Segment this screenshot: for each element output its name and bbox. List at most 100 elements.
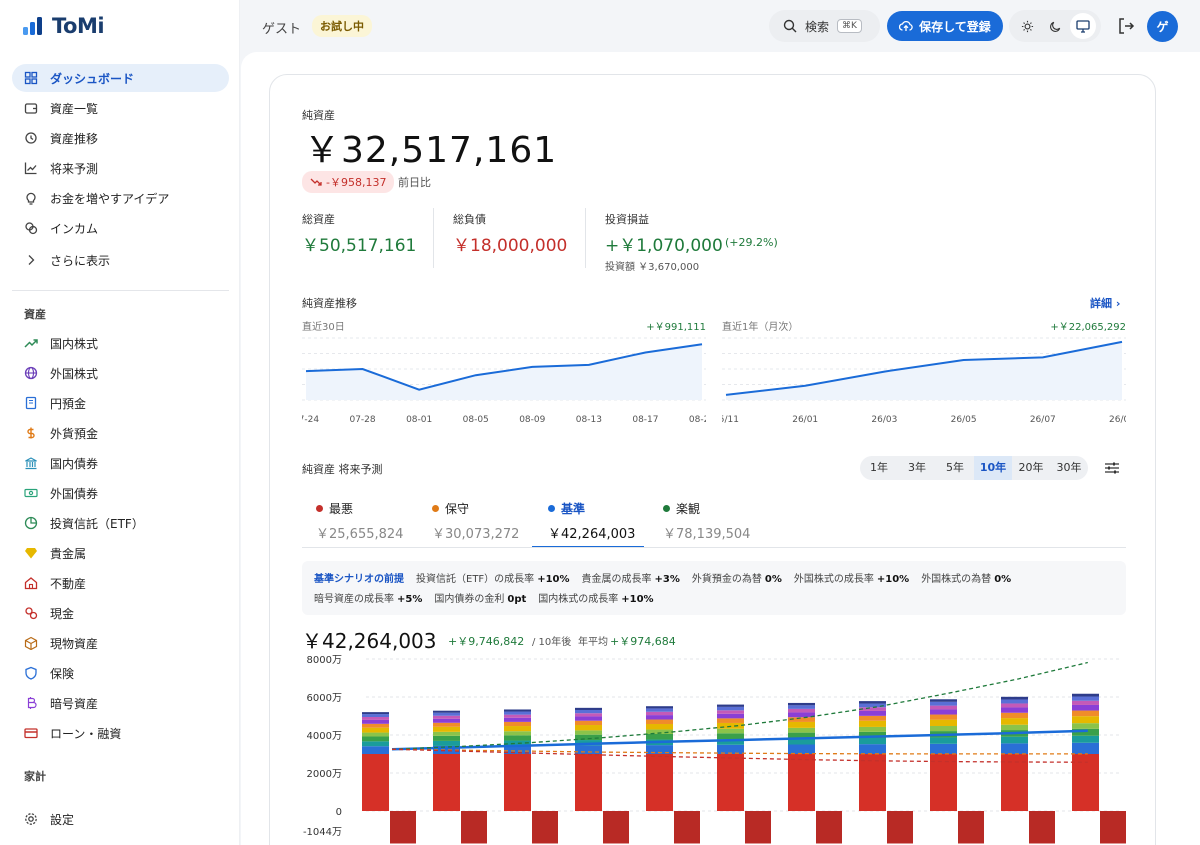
asset-bar-segment [1072, 704, 1099, 711]
wallet-icon [24, 101, 38, 115]
sidebar-asset-4[interactable]: 国内債券 [12, 449, 229, 477]
sidebar-item-label: さらに表示 [50, 253, 111, 268]
save-register-button[interactable]: 保存して登録 [887, 11, 1003, 41]
theme-dark-button[interactable] [1042, 13, 1068, 39]
scenario-tab-3[interactable]: 楽観 ￥78,139,504 [663, 500, 783, 542]
liability-bar [816, 811, 842, 844]
trend-down-icon [310, 178, 322, 186]
sidebar-asset-0[interactable]: 国内株式 [12, 329, 229, 357]
liability-bar [461, 811, 487, 844]
x-tick-label: 26/05 [951, 415, 977, 425]
sidebar-item-3[interactable]: 将来予測 [12, 154, 229, 182]
search-button[interactable]: 検索 ⌘K [769, 10, 880, 42]
section-household-label: 家計 [24, 770, 46, 783]
sidebar-asset-10[interactable]: 現物資産 [12, 629, 229, 657]
daily-change-suffix: 前日比 [398, 176, 431, 189]
x-tick-label: 25/11 [722, 415, 739, 425]
trend-chart-icon [24, 161, 38, 175]
scenario-head: 最悪 [316, 500, 436, 517]
y-tick-label: 0 [336, 807, 342, 818]
asset-bar-segment [1072, 723, 1099, 729]
avatar[interactable]: ゲ [1147, 11, 1178, 42]
sidebar-asset-11[interactable]: 保険 [12, 659, 229, 687]
sidebar-asset-9[interactable]: 現金 [12, 599, 229, 627]
asset-bar-segment [930, 701, 957, 706]
sidebar-asset-6[interactable]: 投資信託（ETF） [12, 509, 229, 537]
sidebar-item-1[interactable]: 資産一覧 [12, 94, 229, 122]
asset-bar-segment [433, 754, 460, 811]
sidebar-asset-12[interactable]: 暗号資産 [12, 689, 229, 717]
sidebar-asset-8[interactable]: 不動産 [12, 569, 229, 597]
scenario-tab-0[interactable]: 最悪 ￥25,655,824 [316, 500, 436, 542]
sidebar-item-6[interactable]: さらに表示 [12, 246, 229, 274]
logout-icon[interactable] [1116, 16, 1136, 36]
asset-bar-segment [504, 754, 531, 811]
sidebar-item-label: 将来予測 [50, 161, 99, 176]
theme-system-button[interactable] [1070, 13, 1096, 39]
scenario-name: 楽観 [676, 502, 701, 516]
forecast-title: 純資産 将来予測 [302, 463, 383, 476]
invest-amount: 投資額 ￥3,670,000 [605, 262, 700, 273]
scenario-tab-1[interactable]: 保守 ￥30,073,272 [432, 500, 552, 542]
assumption-item: 外貨預金の為替 0% [692, 574, 782, 585]
trend-30day-chart: 07-24 07-28 08-01 08-05 08-09 08-13 08-17 08-22 [302, 337, 706, 425]
asset-bar-segment [504, 726, 531, 732]
range-tab-3[interactable]: 10年 [974, 456, 1012, 480]
sidebar-asset-label: 国内株式 [50, 336, 99, 351]
sidebar-item-settings[interactable]: 設定 [12, 805, 229, 833]
sidebar-asset-3[interactable]: 外貨預金 [12, 419, 229, 447]
invest-pl-label: 投資損益 [605, 213, 649, 226]
asset-bar-segment [646, 706, 673, 709]
sidebar-item-4[interactable]: お金を増やすアイデア [12, 184, 229, 212]
asset-bar-segment [1072, 716, 1099, 724]
sidebar-asset-2[interactable]: 円預金 [12, 389, 229, 417]
sidebar-item-2[interactable]: 資産推移 [12, 124, 229, 152]
app-name: ToMi [52, 14, 105, 38]
app-logo[interactable]: ToMi [22, 14, 105, 38]
x-tick-label: 08-09 [519, 415, 545, 425]
sidebar-asset-7[interactable]: 貴金属 [12, 539, 229, 567]
moon-icon [1049, 21, 1060, 32]
range-tab-2[interactable]: 5年 [936, 456, 974, 480]
asset-bar-segment [504, 717, 531, 722]
trend-1year-chart: 25/11 26/01 26/03 26/05 26/07 26/08 [722, 337, 1126, 425]
x-tick-label: 26/01 [792, 415, 818, 425]
asset-bar-segment [575, 716, 602, 721]
dashboard-card: 純資産 ￥32,517,161 -￥958,137 前日比 総資産 ￥50,51… [269, 74, 1156, 845]
asset-bar-segment [859, 715, 886, 721]
scenario-dot [432, 505, 439, 512]
assumption-item: 国内債券の金利 0pt [434, 594, 526, 605]
x-tick-label: 08-22 [689, 415, 706, 425]
sidebar-item-label: 設定 [50, 812, 75, 827]
scenario-dot [663, 505, 670, 512]
assumptions-panel: 基準シナリオの前提 投資信託（ETF）の成長率 +10% 貴金属の成長率 +3% 外貨預金… [302, 561, 1126, 615]
scenario-value: ￥78,139,504 [663, 527, 751, 542]
asset-bar-segment [717, 704, 744, 707]
scenario-tab-2[interactable]: 基準 ￥42,264,003 [548, 500, 668, 542]
sidebar: ToMi ダッシュボード 資産一覧 資産推移将来予測お金を増やすアイデア インカムさら… [0, 0, 240, 845]
sidebar-asset-1[interactable]: 外国株式 [12, 359, 229, 387]
range-tab-0[interactable]: 1年 [860, 456, 898, 480]
asset-bar-segment [859, 726, 886, 732]
filter-settings-icon[interactable] [1104, 460, 1120, 476]
sidebar-divider [12, 290, 229, 291]
range-tab-4[interactable]: 20年 [1012, 456, 1050, 480]
range-selector: 1年 3年 5年 10年 20年 30年 [860, 456, 1088, 480]
asset-bar-segment [646, 715, 673, 720]
asset-bar-segment [504, 735, 531, 741]
detail-link[interactable]: 詳細 › [1090, 295, 1120, 311]
sidebar-asset-13[interactable]: ローン・融資 [12, 719, 229, 747]
sidebar-asset-label: 投資信託（ETF） [50, 516, 144, 531]
sidebar-asset-5[interactable]: 外国債券 [12, 479, 229, 507]
assumption-title: 基準シナリオの前提 [314, 574, 404, 585]
scenario-head: 基準 [548, 500, 668, 517]
asset-bar-segment [362, 727, 389, 733]
dollar-icon [24, 426, 38, 440]
assumption-name: 貴金属の成長率 [581, 574, 652, 585]
range-tab-5[interactable]: 30年 [1050, 456, 1088, 480]
sidebar-item-0[interactable]: ダッシュボード [12, 64, 229, 92]
range-tab-1[interactable]: 3年 [898, 456, 936, 480]
sidebar-item-5[interactable]: インカム [12, 214, 229, 242]
theme-light-button[interactable] [1014, 13, 1040, 39]
box-icon [24, 636, 38, 650]
